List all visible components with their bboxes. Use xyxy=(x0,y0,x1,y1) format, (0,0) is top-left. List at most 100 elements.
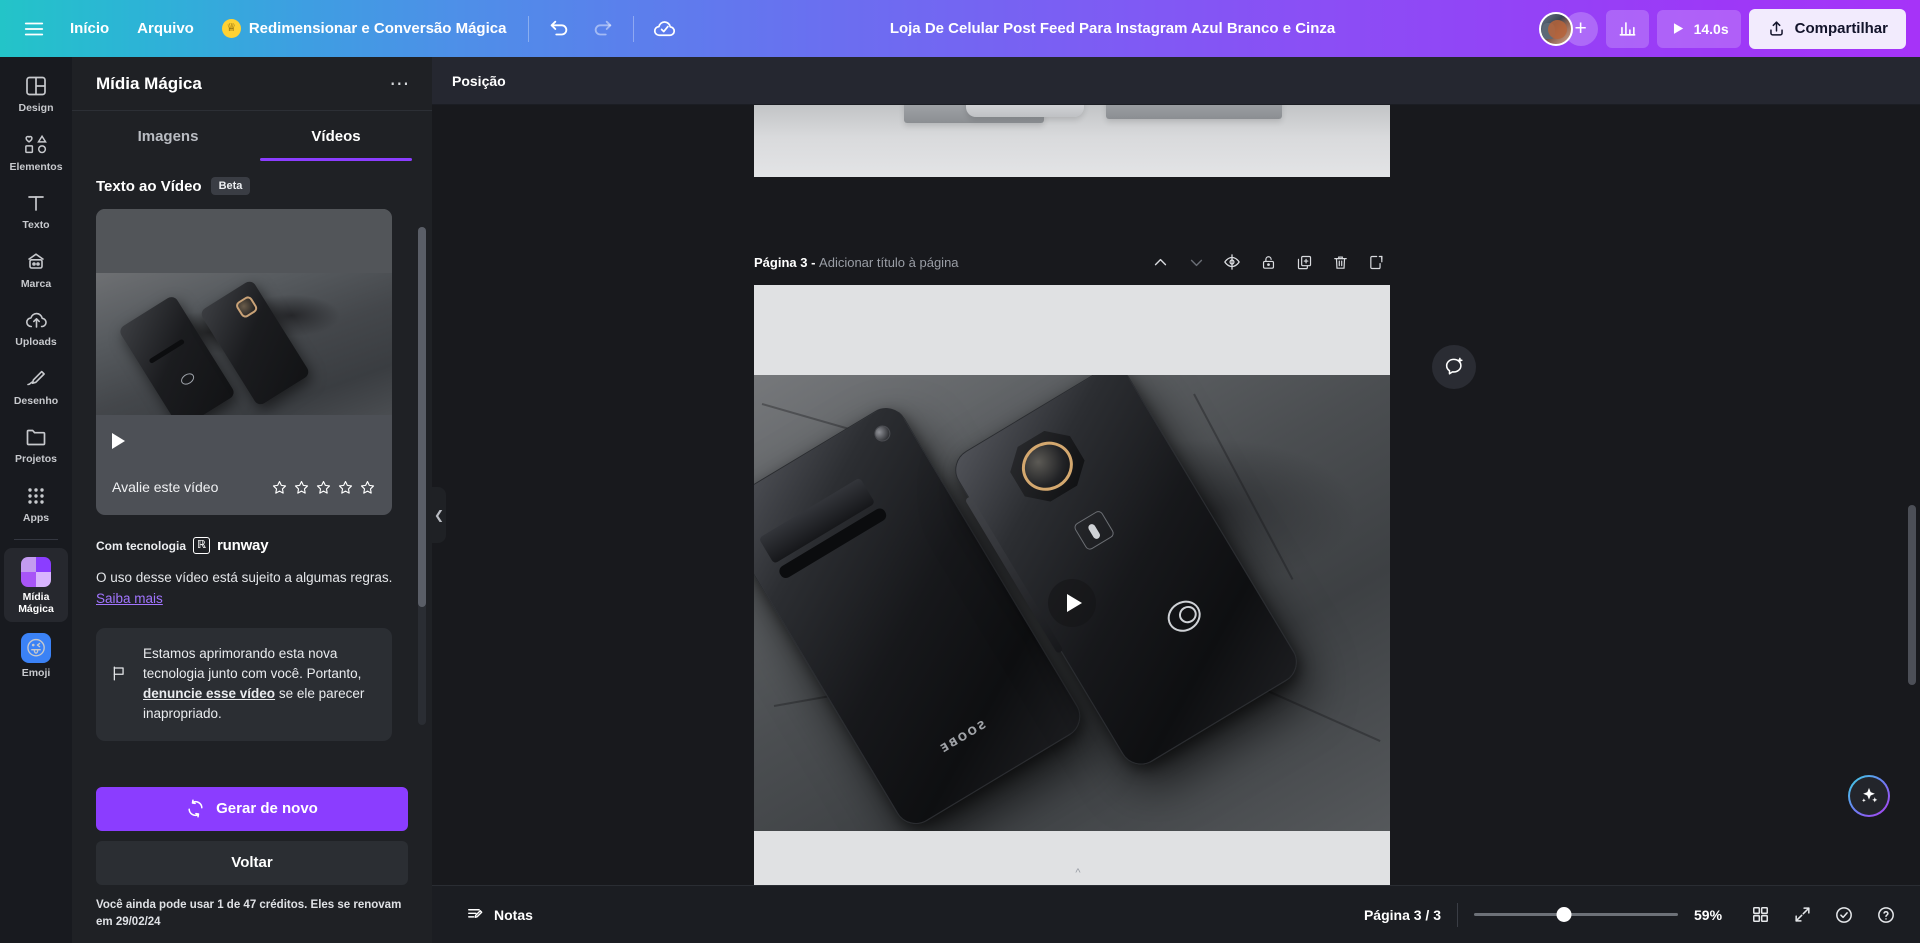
canva-editor-window: Início Arquivo ♕ Redimensionar e Convers… xyxy=(0,0,1920,943)
toolbar-divider-2 xyxy=(633,15,635,42)
sidebar-item-apps[interactable]: Apps xyxy=(4,475,68,532)
video-thumbnail[interactable] xyxy=(96,273,392,415)
feedback-notice: Estamos aprimorando esta nova tecnologia… xyxy=(96,627,392,741)
top-toolbar-right: + 14.0s Compartilhar xyxy=(1538,8,1920,49)
credits-text: Você ainda pode usar 1 de 47 créditos. E… xyxy=(96,898,402,928)
magic-resize-button[interactable]: ♕ Redimensionar e Conversão Mágica xyxy=(208,10,521,48)
page-label[interactable]: Página 3 - Adicionar título à página xyxy=(754,255,959,270)
scroll-up-hint[interactable]: ^ xyxy=(1058,867,1098,883)
regenerate-label: Gerar de novo xyxy=(216,800,318,817)
star-outline-icon[interactable] xyxy=(293,479,310,496)
star-rating[interactable] xyxy=(271,479,376,496)
video-element[interactable]: SOOBE xyxy=(754,375,1390,831)
canvas-viewport[interactable]: Página 3 - Adicionar título à página SOO… xyxy=(432,105,1920,885)
analytics-button[interactable] xyxy=(1605,9,1649,48)
sidebar-item-projetos[interactable]: Projetos xyxy=(4,416,68,473)
tab-imagens[interactable]: Imagens xyxy=(84,111,252,161)
section-title-row: Texto ao Vídeo Beta xyxy=(96,177,408,195)
share-button[interactable]: Compartilhar xyxy=(1748,8,1906,49)
expand-fullscreen-icon[interactable] xyxy=(1784,897,1820,933)
check-circle-icon[interactable] xyxy=(1826,897,1862,933)
add-comment-icon[interactable] xyxy=(1432,345,1476,389)
sidebar-label-midia-magica: Mídia Mágica xyxy=(18,591,54,615)
canvas-scrollbar[interactable] xyxy=(1908,111,1916,827)
generated-video-card[interactable]: Avalie este vídeo xyxy=(96,209,392,515)
notice-text-before: Estamos aprimorando esta nova tecnologia… xyxy=(143,645,362,681)
home-button[interactable]: Início xyxy=(56,10,123,48)
zoom-slider[interactable] xyxy=(1474,906,1678,924)
collapse-panel-handle[interactable]: ❮ xyxy=(432,487,446,543)
sidebar-item-midia-magica[interactable]: Mídia Mágica xyxy=(4,548,68,623)
flag-icon xyxy=(110,664,129,725)
magic-sparkle-icon[interactable] xyxy=(1848,775,1890,817)
grid-apps-icon xyxy=(28,488,44,504)
powered-by-label: Com tecnologia xyxy=(96,538,187,553)
toolbar-divider-1 xyxy=(528,15,530,42)
canvas-scrollbar-thumb[interactable] xyxy=(1908,504,1916,685)
back-button[interactable]: Voltar xyxy=(96,840,408,885)
cloud-check-icon[interactable] xyxy=(642,7,686,51)
tab-videos[interactable]: Vídeos xyxy=(252,111,420,161)
sidebar-item-desenho[interactable]: Desenho xyxy=(4,358,68,415)
lock-page-button[interactable] xyxy=(1254,248,1282,276)
star-outline-icon[interactable] xyxy=(337,479,354,496)
video-rating-row: Avalie este vídeo xyxy=(96,467,392,515)
avatar[interactable] xyxy=(1538,11,1573,46)
lock-icon xyxy=(1262,255,1274,269)
play-overlay-icon[interactable] xyxy=(1048,579,1096,627)
panel-scrollbar[interactable] xyxy=(418,227,426,725)
preview-play-button[interactable]: 14.0s xyxy=(1656,9,1741,48)
duplicate-page-button[interactable] xyxy=(1290,248,1318,276)
regenerate-button[interactable]: Gerar de novo xyxy=(96,786,408,831)
hide-page-button[interactable] xyxy=(1218,248,1246,276)
left-tool-rail: Design Elementos Texto Marca Uploads Des… xyxy=(0,57,72,943)
hamburger-menu-icon[interactable] xyxy=(12,7,56,51)
sidebar-label-desenho: Desenho xyxy=(13,394,59,407)
page-title-placeholder[interactable]: Adicionar título à página xyxy=(819,255,958,270)
panel-scroll-area: Texto ao Vídeo Beta Avalie este vídeo Co… xyxy=(72,161,432,777)
play-icon[interactable] xyxy=(112,433,125,449)
redo-icon[interactable] xyxy=(581,7,625,51)
sidebar-label-apps: Apps xyxy=(22,511,50,524)
layout-design-icon xyxy=(26,76,46,96)
sidebar-label-emoji: Emoji xyxy=(21,667,51,680)
sidebar-item-design[interactable]: Design xyxy=(4,65,68,122)
page-2-partial[interactable] xyxy=(754,105,1390,177)
learn-more-link[interactable]: Saiba mais xyxy=(96,591,163,606)
sidebar-label-marca: Marca xyxy=(20,277,52,290)
notes-label: Notas xyxy=(494,906,533,923)
star-outline-icon[interactable] xyxy=(315,479,332,496)
star-outline-icon[interactable] xyxy=(271,479,288,496)
undo-icon[interactable] xyxy=(537,7,581,51)
sidebar-item-texto[interactable]: Texto xyxy=(4,182,68,239)
more-options-icon[interactable]: ⋯ xyxy=(384,68,416,100)
cloud-upload-icon xyxy=(25,312,47,328)
editor-area: Posição Página 3 - Adicionar título à pá… xyxy=(432,57,1920,943)
position-button[interactable]: Posição xyxy=(452,73,506,89)
report-video-link[interactable]: denuncie esse vídeo xyxy=(143,686,275,701)
sidebar-item-elementos[interactable]: Elementos xyxy=(4,124,68,181)
question-circle-icon[interactable] xyxy=(1868,897,1904,933)
document-title[interactable]: Loja De Celular Post Feed Para Instagram… xyxy=(880,14,1345,43)
zoom-slider-knob[interactable] xyxy=(1556,907,1572,922)
panel-scrollbar-thumb[interactable] xyxy=(418,227,426,607)
collaborators: + xyxy=(1538,11,1598,46)
sidebar-item-emoji[interactable]: 😜 Emoji xyxy=(4,624,68,687)
add-page-button[interactable] xyxy=(1362,248,1390,276)
pen-draw-icon xyxy=(27,370,45,386)
notes-button[interactable]: Notas xyxy=(456,898,543,931)
page-3-artboard[interactable]: SOOBE xyxy=(754,285,1390,885)
delete-page-button[interactable] xyxy=(1326,248,1354,276)
grid-view-icon[interactable] xyxy=(1742,897,1778,933)
move-page-down-button[interactable] xyxy=(1182,248,1210,276)
feedback-notice-text: Estamos aprimorando esta nova tecnologia… xyxy=(143,644,374,725)
page-actions xyxy=(1146,248,1390,276)
sidebar-item-marca[interactable]: Marca xyxy=(4,241,68,298)
notes-icon xyxy=(468,909,483,918)
star-outline-icon[interactable] xyxy=(359,479,376,496)
trash-icon xyxy=(1333,255,1347,269)
sidebar-item-uploads[interactable]: Uploads xyxy=(4,299,68,356)
move-page-up-button[interactable] xyxy=(1146,248,1174,276)
folder-icon xyxy=(26,429,46,446)
file-menu-button[interactable]: Arquivo xyxy=(123,10,208,48)
